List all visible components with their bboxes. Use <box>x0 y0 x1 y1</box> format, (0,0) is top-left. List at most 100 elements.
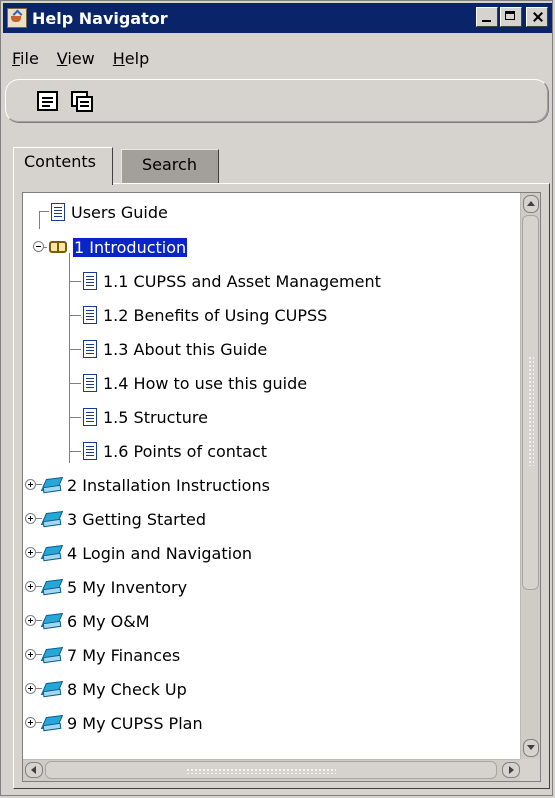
tree-item-label: 1.4 How to use this guide <box>103 373 308 393</box>
java-app-icon <box>7 8 27 28</box>
tree-item-label: 9 My CUPSS Plan <box>67 713 203 733</box>
menu-help-label: elp <box>124 49 150 68</box>
tree-item-label: 1.5 Structure <box>103 407 208 427</box>
window-controls <box>476 7 548 27</box>
tree-item-1-2[interactable]: 1.2 Benefits of Using CUPSS <box>83 298 327 332</box>
tree-item-check-up[interactable]: 8 My Check Up <box>41 672 187 706</box>
tree-item-inventory[interactable]: 5 My Inventory <box>41 570 187 604</box>
menu-help[interactable]: Help <box>104 49 158 73</box>
tree-item-1-1[interactable]: 1.1 CUPSS and Asset Management <box>83 264 381 298</box>
contents-panel: Users Guide 1 Introduction 1.1 CUPSS and… <box>13 183 550 789</box>
tree-item-label: 1 Introduction <box>71 236 189 258</box>
tree-item-1-5[interactable]: 1.5 Structure <box>83 400 208 434</box>
scroll-left-button[interactable] <box>25 762 43 778</box>
tree-line <box>69 281 81 282</box>
tree-item-label: 7 My Finances <box>67 645 181 665</box>
tree-line <box>69 417 81 418</box>
document-icon <box>83 306 97 324</box>
document-icon <box>83 340 97 358</box>
vertical-scroll-thumb[interactable] <box>522 215 539 590</box>
tree-item-1-6[interactable]: 1.6 Points of contact <box>83 434 267 468</box>
tree-item-introduction[interactable]: 1 Introduction <box>49 230 189 264</box>
expand-toggle-icon[interactable] <box>25 581 36 592</box>
multi-document-icon <box>71 91 93 112</box>
tree-item-label: 8 My Check Up <box>67 679 187 699</box>
tree-root[interactable]: Users Guide <box>51 195 168 229</box>
horizontal-scroll-thumb[interactable] <box>45 761 497 779</box>
document-icon <box>83 272 97 290</box>
menu-view[interactable]: View <box>48 49 104 73</box>
help-navigator-window: Help Navigator File View Help Contents S… <box>0 0 553 796</box>
tab-search[interactable]: Search <box>121 149 219 183</box>
scroll-down-button[interactable] <box>523 739 539 757</box>
tab-contents[interactable]: Contents <box>13 147 113 185</box>
tree-item-label: 2 Installation Instructions <box>67 475 270 495</box>
document-icon <box>51 203 65 221</box>
contents-tree: Users Guide 1 Introduction 1.1 CUPSS and… <box>23 193 522 759</box>
tree-item-label: 1.2 Benefits of Using CUPSS <box>103 305 328 325</box>
toolbar <box>5 79 549 123</box>
collapse-toggle-icon[interactable] <box>33 241 44 252</box>
expand-toggle-icon[interactable] <box>25 547 36 558</box>
multi-page-button[interactable] <box>71 91 93 113</box>
expand-toggle-icon[interactable] <box>25 649 36 660</box>
menu-view-label: iew <box>67 49 95 68</box>
single-page-button[interactable] <box>37 91 59 113</box>
tree-item-getting-started[interactable]: 3 Getting Started <box>41 502 206 536</box>
close-button[interactable] <box>526 7 548 27</box>
document-icon <box>83 374 97 392</box>
closed-book-icon <box>41 579 63 595</box>
horizontal-scrollbar[interactable] <box>23 759 522 781</box>
tree-line <box>69 383 81 384</box>
menu-file[interactable]: File <box>3 49 48 73</box>
document-icon <box>37 91 58 111</box>
document-icon <box>83 442 97 460</box>
maximize-button[interactable] <box>500 7 522 27</box>
tree-line <box>39 211 49 212</box>
grip-texture <box>186 768 336 774</box>
closed-book-icon <box>41 647 63 663</box>
expand-toggle-icon[interactable] <box>25 479 36 490</box>
tree-item-1-4[interactable]: 1.4 How to use this guide <box>83 366 307 400</box>
title-bar[interactable]: Help Navigator <box>3 3 552 33</box>
tree-line <box>69 451 81 452</box>
tree-line <box>69 315 81 316</box>
tree-root-label: Users Guide <box>71 202 168 222</box>
tree-item-label: 1.6 Points of contact <box>103 441 268 461</box>
closed-book-icon <box>41 545 63 561</box>
menu-help-mnemonic: H <box>112 49 125 68</box>
tree-item-label: 3 Getting Started <box>67 509 206 529</box>
closed-book-icon <box>41 477 63 493</box>
menu-view-mnemonic: V <box>56 49 68 68</box>
expand-toggle-icon[interactable] <box>25 615 36 626</box>
closed-book-icon <box>41 613 63 629</box>
tree-line <box>69 253 70 463</box>
tree-item-label: 1.1 CUPSS and Asset Management <box>103 271 381 291</box>
tree-item-installation[interactable]: 2 Installation Instructions <box>41 468 270 502</box>
closed-book-icon <box>41 715 63 731</box>
grip-texture <box>528 356 534 466</box>
expand-toggle-icon[interactable] <box>25 513 36 524</box>
contents-tree-box: Users Guide 1 Introduction 1.1 CUPSS and… <box>22 192 541 782</box>
expand-toggle-icon[interactable] <box>25 683 36 694</box>
tree-item-1-3[interactable]: 1.3 About this Guide <box>83 332 267 366</box>
scroll-up-button[interactable] <box>523 195 539 213</box>
tree-item-login[interactable]: 4 Login and Navigation <box>41 536 252 570</box>
tree-item-label: 4 Login and Navigation <box>67 543 252 563</box>
menu-file-mnemonic: F <box>12 49 21 68</box>
vertical-scrollbar[interactable] <box>520 193 540 759</box>
scroll-right-button[interactable] <box>502 762 520 778</box>
document-icon <box>83 408 97 426</box>
minimize-button[interactable] <box>476 7 498 27</box>
tree-item-label: 6 My O&M <box>67 611 150 631</box>
tree-item-om[interactable]: 6 My O&M <box>41 604 150 638</box>
expand-toggle-icon[interactable] <box>25 717 36 728</box>
tree-item-cupss-plan[interactable]: 9 My CUPSS Plan <box>41 706 203 740</box>
open-book-icon <box>49 239 69 255</box>
tree-item-label: 1.3 About this Guide <box>103 339 268 359</box>
tree-item-finances[interactable]: 7 My Finances <box>41 638 180 672</box>
menu-file-label: ile <box>20 49 39 68</box>
tree-line <box>69 349 81 350</box>
scroll-corner <box>520 759 540 781</box>
menu-bar: File View Help <box>3 49 158 73</box>
